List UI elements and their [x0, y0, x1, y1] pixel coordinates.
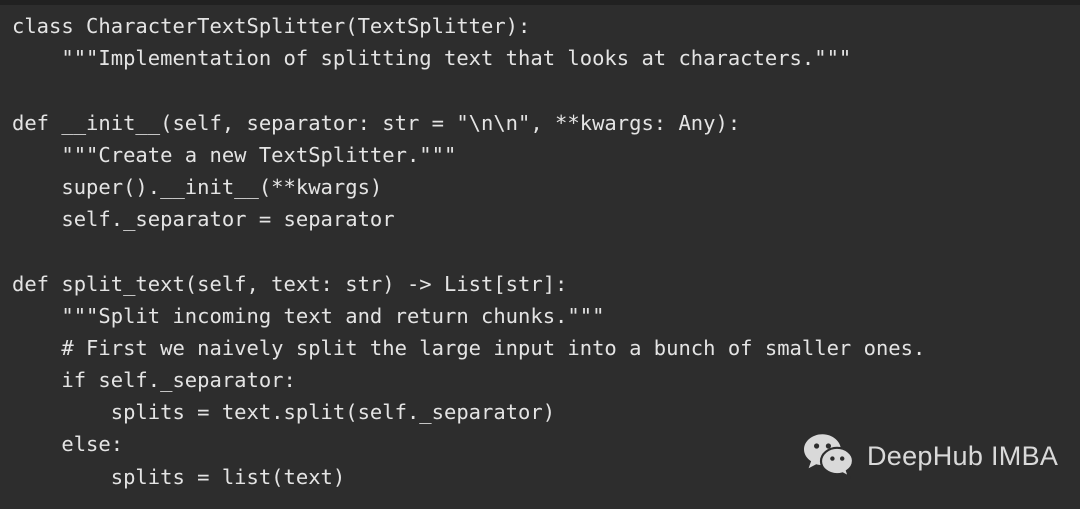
watermark: DeepHub IMBA — [803, 433, 1058, 479]
code-line: self._separator = separator — [12, 207, 395, 232]
top-edge-strip — [0, 0, 1080, 5]
code-line: splits = text.split(self._separator) — [12, 400, 556, 425]
code-line: def __init__(self, separator: str = "\n\… — [12, 110, 741, 135]
code-line: """Implementation of splitting text that… — [12, 46, 852, 71]
watermark-label: DeepHub IMBA — [867, 440, 1059, 471]
code-line: super().__init__(**kwargs) — [12, 174, 383, 199]
code-line: # First we naively split the large input… — [12, 335, 926, 360]
code-line: """Split incoming text and return chunks… — [12, 303, 605, 328]
code-screenshot: class CharacterTextSplitter(TextSplitter… — [0, 0, 1080, 509]
code-line: if self._separator: — [12, 368, 296, 393]
code-line: def split_text(self, text: str) -> List[… — [12, 271, 568, 296]
code-line: class CharacterTextSplitter(TextSplitter… — [12, 14, 531, 38]
wechat-icon — [803, 433, 855, 479]
code-block: class CharacterTextSplitter(TextSplitter… — [12, 10, 1072, 493]
code-line: """Create a new TextSplitter.""" — [12, 142, 457, 167]
